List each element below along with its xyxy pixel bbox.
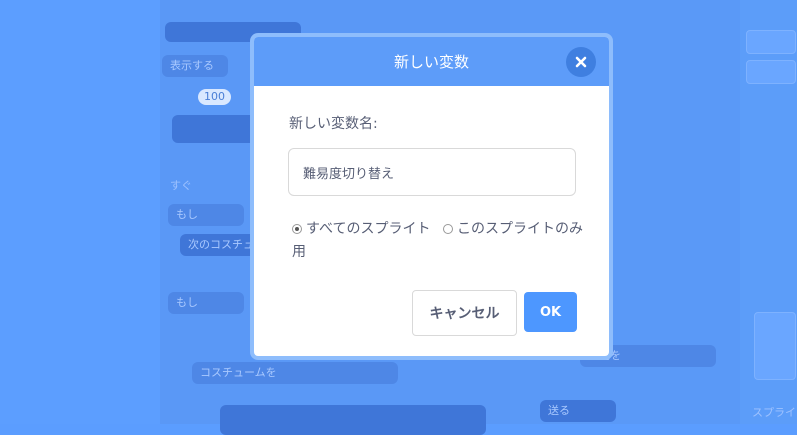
scope-all-sprites-option[interactable]: すべてのスプライト用 [292,218,442,264]
new-variable-dialog: 新しい変数 新しい変数名: すべてのスプライト用 このスプライトのみ キャンセル… [250,33,613,360]
radio-unselected-icon[interactable] [443,224,453,234]
dialog-title: 新しい変数 [393,53,469,71]
scope-this-sprite-label: このスプライトのみ [457,221,583,237]
bg-variable-tag [746,60,796,84]
bg-block-if: もし [168,204,244,226]
sprite-label: スプライ [752,406,796,419]
bg-block-costume: コスチュームを [192,362,398,384]
bg-variable-tag [746,30,796,54]
scope-this-sprite-option[interactable]: このスプライトのみ [443,218,583,241]
close-icon [575,56,587,68]
variable-name-label: 新しい変数名: [289,116,378,132]
bg-block [172,115,260,143]
bg-block-if: もし [168,292,244,314]
bg-block-number: 100 [198,89,231,105]
block-palette [0,0,160,424]
sprite-pane: スプライ [740,0,797,424]
ok-button[interactable]: OK [524,292,577,332]
radio-selected-icon[interactable] [292,224,302,234]
close-button[interactable] [566,47,596,77]
bg-label-soon: すぐ [170,179,192,192]
sprite-thumbnail [754,312,796,380]
dialog-header: 新しい変数 [254,37,609,86]
scope-all-sprites-label: すべてのスプライト用 [292,221,431,260]
variable-name-input[interactable] [288,148,576,196]
bg-block-show: 表示する [162,55,228,77]
cancel-button[interactable]: キャンセル [412,290,517,336]
bg-block-send: 送る [540,400,616,422]
bg-block [220,405,486,435]
